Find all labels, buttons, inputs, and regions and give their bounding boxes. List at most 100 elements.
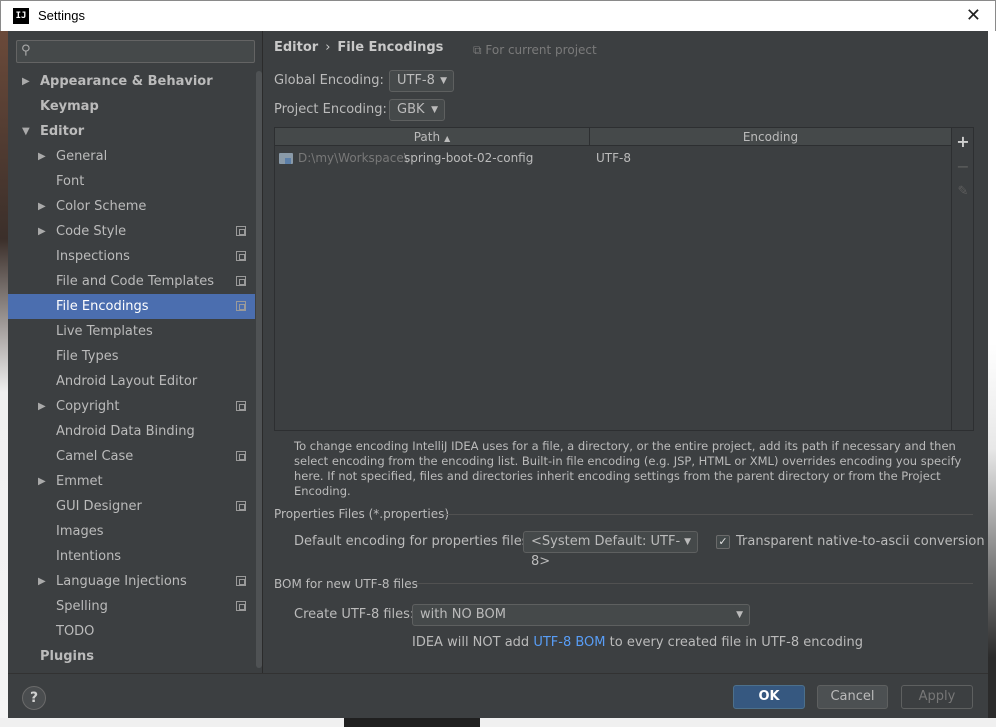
remove-icon[interactable]: −: [955, 159, 971, 175]
sidebar-item-label: Live Templates: [56, 324, 153, 339]
project-scope-icon: [236, 501, 246, 511]
desktop-background-bottom: [0, 718, 996, 727]
sidebar-item-label: Camel Case: [56, 449, 134, 464]
sidebar-item-copyright[interactable]: ▶ Copyright: [8, 394, 255, 419]
properties-encoding-select[interactable]: <System Default: UTF-8> ▼: [523, 531, 698, 569]
desktop-background-thumbnail: [344, 718, 480, 727]
path-prefix: D:\my\Workspace\: [298, 151, 408, 165]
column-header-path[interactable]: Path ▲: [275, 128, 590, 146]
sidebar-item-file-types[interactable]: File Types: [8, 344, 255, 369]
sidebar-item-keymap[interactable]: Keymap: [8, 94, 255, 119]
transparent-conversion-label: Transparent native-to-ascii conversion: [736, 534, 985, 549]
sidebar-item-gui-designer[interactable]: GUI Designer: [8, 494, 255, 519]
bom-create-select[interactable]: with NO BOM ▼: [412, 604, 750, 626]
for-current-project-label: For current project: [485, 43, 597, 57]
bom-link[interactable]: UTF-8 BOM: [533, 635, 605, 650]
bom-note-after: to every created file in UTF-8 encoding: [605, 635, 863, 650]
encoding-mappings-table: Path ▲ Encoding D:\my\Workspace\ spring-b…: [274, 127, 952, 431]
sidebar-item-spelling[interactable]: Spelling: [8, 594, 255, 619]
properties-encoding-value: <System Default: UTF-8>: [531, 534, 681, 569]
sidebar-item-editor[interactable]: ▼ Editor: [8, 119, 255, 144]
title-bar[interactable]: IJ Settings ✕: [0, 0, 996, 31]
bom-note-before: IDEA will NOT add: [412, 635, 534, 650]
close-icon[interactable]: ✕: [966, 5, 981, 26]
sidebar-item-label: Editor: [40, 124, 85, 139]
encoding-cell[interactable]: UTF-8: [596, 147, 631, 169]
ok-button[interactable]: OK: [733, 685, 805, 709]
properties-default-label: Default encoding for properties files:: [294, 534, 533, 549]
global-encoding-select[interactable]: UTF-8 ▼: [389, 70, 454, 92]
chevron-right-icon[interactable]: ▶: [38, 469, 46, 494]
desktop-background-left: [0, 30, 8, 727]
cancel-button[interactable]: Cancel: [817, 685, 888, 709]
sidebar-item-appearance-behavior[interactable]: ▶ Appearance & Behavior: [8, 69, 255, 94]
edit-icon[interactable]: ✎: [955, 184, 971, 200]
sidebar-item-images[interactable]: Images: [8, 519, 255, 544]
intellij-logo-icon: IJ: [13, 8, 29, 24]
project-encoding-value: GBK: [397, 102, 425, 117]
dialog-footer: ? OK Cancel Apply: [8, 673, 988, 718]
sidebar-item-code-style[interactable]: ▶ Code Style: [8, 219, 255, 244]
chevron-right-icon[interactable]: ▶: [38, 394, 46, 419]
sidebar-item-plugins[interactable]: Plugins: [8, 644, 255, 669]
chevron-right-icon[interactable]: ▶: [38, 144, 46, 169]
chevron-right-icon[interactable]: ▶: [38, 569, 46, 594]
sidebar-item-language-injections[interactable]: ▶ Language Injections: [8, 569, 255, 594]
sidebar-item-label: Emmet: [56, 474, 103, 489]
sidebar-item-file-encodings[interactable]: File Encodings: [8, 294, 255, 319]
table-row[interactable]: D:\my\Workspace\ spring-boot-02-config U…: [275, 147, 951, 169]
chevron-right-icon[interactable]: ▶: [38, 219, 46, 244]
sidebar-item-todo[interactable]: TODO: [8, 619, 255, 644]
sidebar-item-label: GUI Designer: [56, 499, 142, 514]
properties-section-divider: [444, 514, 973, 515]
bom-section-divider: [416, 583, 973, 584]
project-scope-icon: [236, 226, 246, 236]
sidebar-item-label: Keymap: [40, 99, 99, 114]
sidebar-item-intentions[interactable]: Intentions: [8, 544, 255, 569]
for-current-project-note: ⧉ For current project: [473, 43, 597, 58]
sidebar-item-file-and-code-templates[interactable]: File and Code Templates: [8, 269, 255, 294]
project-scope-icon: ⧉: [473, 43, 486, 57]
sidebar-item-label: Inspections: [56, 249, 130, 264]
sidebar-item-emmet[interactable]: ▶ Emmet: [8, 469, 255, 494]
transparent-conversion-checkbox[interactable]: ✓: [716, 535, 730, 549]
sidebar-item-android-data-binding[interactable]: Android Data Binding: [8, 419, 255, 444]
sidebar-item-general[interactable]: ▶ General: [8, 144, 255, 169]
sidebar-item-camel-case[interactable]: Camel Case: [8, 444, 255, 469]
sidebar-item-android-layout-editor[interactable]: Android Layout Editor: [8, 369, 255, 394]
sidebar-item-font[interactable]: Font: [8, 169, 255, 194]
table-header: Path ▲ Encoding: [275, 128, 951, 146]
sidebar-item-inspections[interactable]: Inspections: [8, 244, 255, 269]
project-scope-icon: [236, 301, 246, 311]
sidebar-item-live-templates[interactable]: Live Templates: [8, 319, 255, 344]
sidebar-item-label: Plugins: [40, 649, 94, 664]
sidebar-item-label: Copyright: [56, 399, 120, 414]
breadcrumb-current: File Encodings: [337, 40, 444, 55]
sidebar-item-label: Spelling: [56, 599, 108, 614]
add-icon[interactable]: +: [955, 134, 971, 150]
sidebar-item-label: TODO: [56, 624, 95, 639]
chevron-right-icon[interactable]: ▶: [22, 69, 30, 94]
project-encoding-select[interactable]: GBK ▼: [389, 99, 445, 121]
sidebar-item-label: Intentions: [56, 549, 122, 564]
chevron-down-icon[interactable]: ▼: [22, 119, 30, 144]
chevron-right-icon[interactable]: ▶: [38, 194, 46, 219]
project-encoding-label: Project Encoding:: [274, 102, 387, 117]
apply-button[interactable]: Apply: [901, 685, 973, 709]
sidebar-item-label: Images: [56, 524, 104, 539]
bom-section-title: BOM for new UTF-8 files: [274, 577, 418, 591]
sidebar-item-label: General: [56, 149, 108, 164]
encoding-hint-text: To change encoding IntelliJ IDEA uses fo…: [294, 439, 962, 498]
chevron-down-icon: ▼: [684, 537, 691, 547]
project-scope-icon: [236, 401, 246, 411]
project-scope-icon: [236, 251, 246, 261]
help-icon[interactable]: ?: [22, 686, 46, 710]
column-header-encoding[interactable]: Encoding: [590, 128, 951, 146]
global-encoding-label: Global Encoding:: [274, 73, 384, 88]
sidebar-item-label: Color Scheme: [56, 199, 147, 214]
chevron-down-icon: ▼: [736, 610, 743, 620]
sidebar-scrollbar[interactable]: [256, 71, 262, 668]
column-header-path-label: Path: [413, 130, 441, 144]
search-input[interactable]: ⚲: [16, 40, 255, 63]
sidebar-item-color-scheme[interactable]: ▶ Color Scheme: [8, 194, 255, 219]
